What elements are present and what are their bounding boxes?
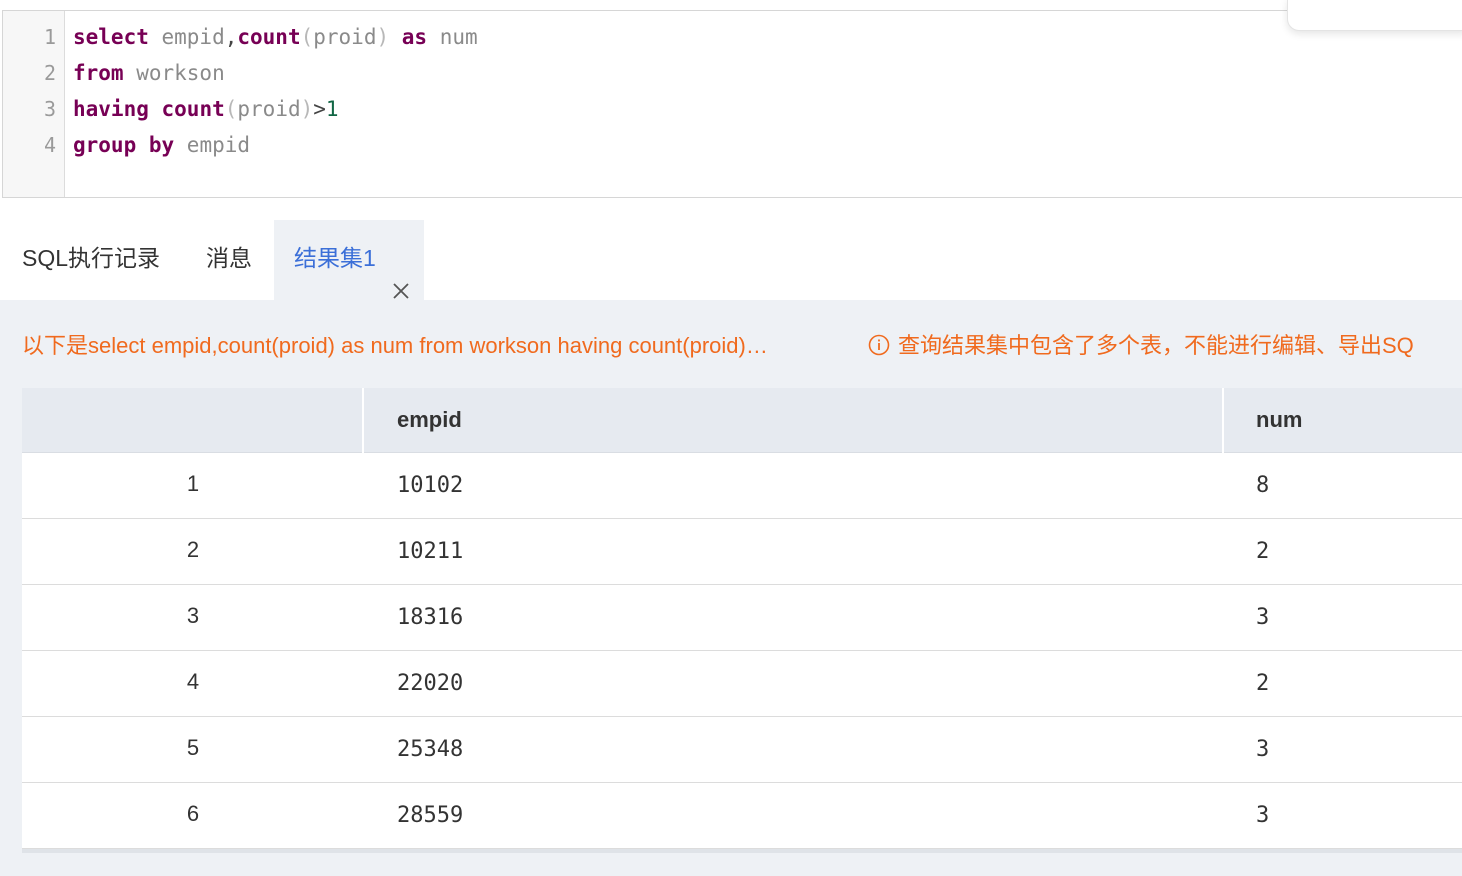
tab-sql-history[interactable]: SQL执行记录: [22, 220, 160, 300]
column-header-empid[interactable]: empid: [397, 388, 462, 453]
line-number-gutter: 1 2 3 4: [3, 11, 65, 197]
operator-token: >: [313, 97, 326, 121]
cell-num[interactable]: 8: [1256, 453, 1269, 519]
executed-sql-summary: 以下是select empid,count(proid) as num from…: [22, 333, 768, 358]
table-footer-edge: [22, 849, 1462, 853]
line-number: 1: [43, 25, 56, 49]
code-line-3: having count(proid)>1: [73, 91, 478, 127]
cell-empid[interactable]: 28559: [397, 783, 463, 849]
row-index: 1: [186, 471, 200, 496]
result-tabs: SQL执行记录 消息 结果集1: [0, 220, 1462, 300]
keyword-token: count: [237, 25, 301, 49]
cell-num[interactable]: 3: [1256, 717, 1269, 783]
line-number: 3: [43, 97, 56, 121]
sql-editor[interactable]: 1 2 3 4 select empid,count(proid) as num…: [2, 10, 1462, 198]
code-line-1: select empid,count(proid) as num: [73, 19, 478, 55]
paren-token: (: [224, 97, 238, 121]
row-index: 5: [186, 735, 200, 760]
paren-token: ): [376, 25, 390, 49]
keyword-token: as: [401, 25, 428, 49]
identifier-token: proid: [313, 25, 377, 49]
column-divider[interactable]: [362, 388, 364, 453]
cell-num[interactable]: 2: [1256, 519, 1269, 585]
column-header-index: [22, 388, 362, 453]
cell-num[interactable]: 3: [1256, 585, 1269, 651]
paren-token: (: [300, 25, 314, 49]
row-index: 2: [186, 537, 200, 562]
tab-result-set-1[interactable]: 结果集1: [274, 220, 425, 300]
tab-messages[interactable]: 消息: [206, 220, 252, 300]
row-index: 4: [186, 669, 200, 694]
number-token: 1: [325, 97, 339, 121]
keyword-token: having: [73, 97, 149, 121]
identifier-token: empid: [148, 25, 225, 49]
table-row[interactable]: 5 25348 3: [22, 717, 1462, 783]
column-divider[interactable]: [1222, 388, 1224, 453]
table-row[interactable]: 4 22020 2: [22, 651, 1462, 717]
cell-empid[interactable]: 10102: [397, 453, 463, 519]
keyword-token: select: [73, 25, 149, 49]
info-circle-icon: [868, 334, 890, 356]
punct-token: ,: [224, 25, 238, 49]
column-header-num[interactable]: num: [1256, 388, 1302, 453]
cell-empid[interactable]: 25348: [397, 717, 463, 783]
keyword-token: group by: [73, 133, 175, 157]
cell-empid[interactable]: 18316: [397, 585, 463, 651]
result-table: empid num 1 10102 8 2 10211 2 3 18316 3 …: [22, 388, 1462, 853]
result-panel: 以下是select empid,count(proid) as num from…: [0, 300, 1462, 876]
cell-empid[interactable]: 10211: [397, 519, 463, 585]
cell-num[interactable]: 3: [1256, 783, 1269, 849]
warning-text: 查询结果集中包含了多个表，不能进行编辑、导出SQ: [898, 333, 1414, 358]
close-icon[interactable]: [392, 254, 410, 299]
keyword-token: from: [73, 61, 124, 85]
readonly-warning: 查询结果集中包含了多个表，不能进行编辑、导出SQ: [868, 328, 1462, 360]
cell-empid[interactable]: 22020: [397, 651, 463, 717]
row-index: 3: [186, 603, 200, 628]
line-number: 4: [43, 133, 56, 157]
code-area[interactable]: select empid,count(proid) as num from wo…: [73, 19, 478, 163]
identifier-token: proid: [237, 97, 301, 121]
line-number: 2: [43, 61, 56, 85]
table-row[interactable]: 1 10102 8: [22, 453, 1462, 519]
keyword-token: count: [161, 97, 225, 121]
code-line-2: from workson: [73, 55, 478, 91]
floating-panel-edge: [1287, 0, 1462, 31]
identifier-token: empid: [174, 133, 251, 157]
row-index: 6: [186, 801, 200, 826]
table-row[interactable]: 6 28559 3: [22, 783, 1462, 849]
identifier-token: num: [427, 25, 478, 49]
cell-num[interactable]: 2: [1256, 651, 1269, 717]
table-row[interactable]: 3 18316 3: [22, 585, 1462, 651]
identifier-token: workson: [123, 61, 225, 85]
paren-token: ): [300, 97, 314, 121]
code-line-4: group by empid: [73, 127, 478, 163]
tab-result-label: 结果集1: [294, 245, 376, 271]
table-row[interactable]: 2 10211 2: [22, 519, 1462, 585]
table-header: empid num: [22, 388, 1462, 453]
